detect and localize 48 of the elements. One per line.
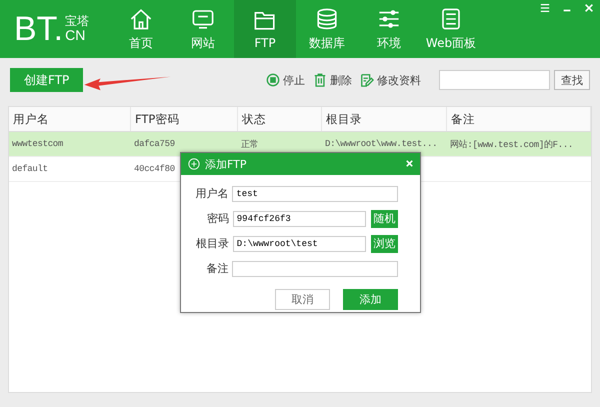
field-button[interactable]: 随机	[371, 210, 398, 228]
search-field[interactable]	[439, 70, 550, 90]
field-label: 根目录	[194, 236, 230, 251]
input-field[interactable]	[232, 260, 398, 276]
stop-icon	[266, 73, 280, 87]
column-header: 用户名	[9, 107, 131, 131]
input-field[interactable]: test	[232, 186, 398, 202]
database-icon	[315, 6, 339, 30]
table-cell-text: wwwtestcom	[12, 138, 64, 151]
trash-icon	[313, 73, 327, 87]
table-cell-text: 正常	[241, 138, 258, 152]
field-label: 密码	[206, 211, 230, 226]
field-label: 备注	[205, 261, 230, 276]
table-cell-text: 网站:[www.test.com]的F...	[450, 138, 574, 152]
table-cell-text: D:\wwwroot\www.test...	[325, 138, 438, 151]
column-header: 状态	[238, 107, 322, 131]
nav-tab[interactable]: 网站	[172, 0, 234, 58]
field-label: 用户名	[194, 186, 230, 201]
home-icon	[129, 6, 153, 30]
column-header: 根目录	[322, 107, 447, 131]
close-icon[interactable]	[405, 159, 414, 168]
toolbar-action[interactable]: 停止	[262, 72, 309, 88]
add-button[interactable]: 添加	[343, 289, 398, 310]
nav-tab[interactable]: FTP	[234, 0, 296, 58]
search-button[interactable]: 查找	[554, 70, 590, 90]
nav-tab[interactable]: Web面板	[420, 0, 482, 58]
toolbar-action[interactable]: 修改资料	[356, 72, 425, 88]
create-ftp-button[interactable]: 创建FTP	[10, 68, 84, 92]
cancel-button[interactable]: 取消	[275, 289, 330, 310]
table-row[interactable]: wwwtestcom dafca759 正常 D:\wwwroot\www.test... 网站:[www.test.com]的F...	[9, 132, 591, 157]
input-field[interactable]: 994fcf26f3	[232, 210, 366, 226]
input-field[interactable]: D:\wwwroot\test	[232, 236, 366, 252]
add-icon	[188, 158, 200, 170]
column-header: 备注	[447, 107, 591, 131]
table-cell-text: dafca759	[134, 138, 175, 151]
close-icon[interactable]	[584, 3, 594, 13]
menu-icon[interactable]	[540, 3, 550, 13]
nav-tab[interactable]: 环境	[358, 0, 420, 58]
toolbar-action[interactable]: 删除	[309, 72, 356, 88]
column-header: FTP密码	[131, 107, 238, 131]
nav-tab[interactable]: 数据库	[296, 0, 358, 58]
dialog-title: 添加FTP	[205, 156, 246, 172]
field-button[interactable]: 浏览	[371, 234, 398, 252]
nav-tab[interactable]: 首页	[110, 0, 172, 58]
list-icon	[439, 6, 463, 30]
table-cell-text: default	[12, 163, 48, 176]
edit-icon	[360, 73, 374, 87]
table-cell-text: 40cc4f80	[134, 163, 175, 176]
